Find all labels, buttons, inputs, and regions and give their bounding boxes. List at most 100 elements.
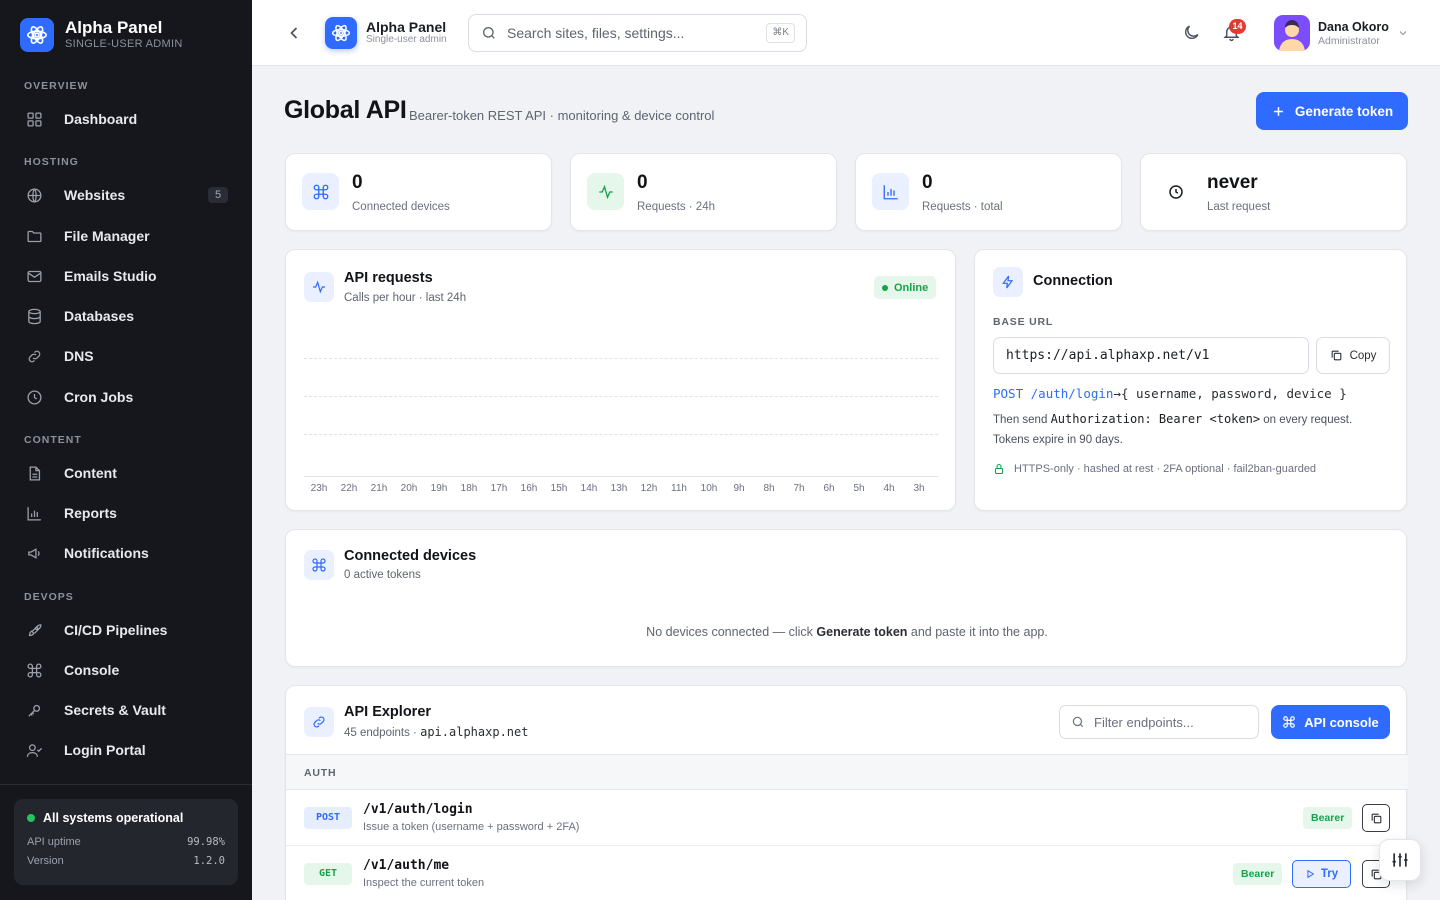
uptime-label: API uptime [27,836,81,848]
chevron-left-icon [290,27,298,39]
endpoint-row[interactable]: POST /v1/auth/login Issue a token (usern… [286,790,1408,846]
command-icon [304,550,334,580]
play-icon [1307,869,1315,879]
empty-suffix: and paste it into the app. [910,625,1048,639]
filter-endpoints-input[interactable]: Filter endpoints... [1059,705,1259,739]
command-icon [302,173,339,210]
sidebar-item-notifications[interactable]: Notifications [14,536,238,570]
sidebar-item-label: Databases [64,308,135,324]
endpoint-description: Inspect the current token [363,877,485,889]
rocket-icon [24,620,44,640]
try-endpoint-button[interactable]: Try [1292,860,1351,888]
clock-icon [1157,173,1194,210]
link-icon [304,707,334,737]
auth-badge: Bearer [1233,863,1283,885]
theme-toggle-button[interactable] [1182,23,1201,42]
login-method: POST [993,386,1024,401]
sliders-icon [1392,853,1408,867]
api-console-button[interactable]: API console [1271,705,1390,739]
x-tick-label: 23h [310,483,328,494]
empty-state-message: No devices connected — click Generate to… [286,625,1408,639]
generate-token-button[interactable]: Generate token [1256,92,1408,130]
section-label-content: CONTENT [24,434,82,446]
sidebar-item-emails-studio[interactable]: Emails Studio [14,259,238,293]
sidebar-item-label: Reports [64,505,117,521]
empty-prefix: No devices connected — click [646,625,813,639]
user-role: Administrator [1318,35,1380,47]
stat-value: 0 [352,172,363,193]
uptime-value: 99.98% [187,836,225,848]
api-explorer-card: API Explorer 45 endpoints · api.alphaxp.… [285,685,1408,900]
sidebar-item-label: Emails Studio [64,268,157,284]
sidebar-item-secrets-vault[interactable]: Secrets & Vault [14,693,238,727]
sidebar-item-content[interactable]: Content [14,456,238,490]
stat-label: Connected devices [352,201,450,213]
back-button[interactable] [284,22,304,44]
status-badge-label: Online [894,281,929,294]
version-value: 1.2.0 [193,855,225,867]
security-note: HTTPS-only · hashed at rest · 2FA option… [993,463,1316,475]
auth-instruction: Then send Authorization: Bearer <token> … [993,412,1352,426]
sidebar-item-dns[interactable]: DNS [14,339,238,373]
sidebar-item-cicd-pipelines[interactable]: CI/CD Pipelines [14,613,238,647]
command-icon [1283,716,1296,728]
base-url-field[interactable]: https://api.alphaxp.net/v1 [993,337,1309,374]
arrow: → [1113,386,1121,401]
copy-label: Copy [1349,349,1377,362]
plus-icon [1273,106,1283,116]
copy-endpoint-button[interactable] [1362,804,1390,832]
atom-icon [325,17,357,49]
stat-value: 0 [637,172,648,193]
key-icon [24,700,44,720]
sidebar-item-label: Websites [64,187,126,203]
version-label: Version [27,855,64,867]
stat-label: Requests · 24h [637,201,715,213]
section-label-overview: OVERVIEW [24,80,89,92]
empty-action[interactable]: Generate token [816,625,907,639]
stat-label: Requests · total [922,201,1003,213]
endpoint-group-header: AUTH [286,754,1408,790]
folder-icon [24,226,44,246]
user-name[interactable]: Dana Okoro [1318,20,1389,34]
x-tick-label: 7h [793,483,805,494]
customize-button[interactable] [1379,839,1421,881]
endpoint-path: /v1/auth/me [363,858,450,873]
copy-button[interactable]: Copy [1316,337,1390,374]
card-title: Connection [1033,273,1113,289]
x-tick-label: 16h [520,483,538,494]
search-icon [483,27,495,39]
x-tick-label: 12h [640,483,658,494]
card-subtitle: Calls per hour · last 24h [344,292,467,304]
global-search-input[interactable]: Search sites, files, settings... ⌘K [468,14,807,52]
chart-gridline [304,434,938,435]
avatar[interactable] [1274,15,1310,51]
sidebar-item-dashboard[interactable]: Dashboard [14,102,238,136]
sidebar-item-console[interactable]: Console [14,653,238,687]
user-check-icon [24,740,44,760]
card-title: API requests [344,270,433,286]
x-tick-label: 8h [763,483,775,494]
endpoint-row[interactable]: GET /v1/auth/me Inspect the current toke… [286,846,1408,900]
x-tick-label: 4h [883,483,895,494]
clock-icon [24,387,44,407]
connection-card: Connection BASE URL https://api.alphaxp.… [974,249,1407,511]
notification-count-badge: 14 [1229,19,1246,34]
x-tick-label: 9h [733,483,745,494]
search-placeholder: Search sites, files, settings... [507,25,685,41]
sidebar-item-file-manager[interactable]: File Manager [14,219,238,253]
sidebar: Alpha Panel SINGLE-USER ADMIN OVERVIEW D… [0,0,252,900]
link-icon [24,346,44,366]
brand[interactable]: Alpha Panel SINGLE-USER ADMIN [20,18,183,52]
sidebar-item-cron-jobs[interactable]: Cron Jobs [14,380,238,414]
activity-icon [587,173,624,210]
sidebar-item-reports[interactable]: Reports [14,496,238,530]
copy-icon [1331,350,1341,361]
sidebar-item-databases[interactable]: Databases [14,299,238,333]
sidebar-item-login-portal[interactable]: Login Portal [14,733,238,767]
sidebar-divider [0,784,252,785]
sidebar-item-websites[interactable]: Websites 5 [14,178,238,212]
section-label-hosting: HOSTING [24,156,79,168]
stat-value: 0 [922,172,933,193]
lock-icon [994,463,1004,475]
chevron-down-icon[interactable] [1397,27,1409,39]
